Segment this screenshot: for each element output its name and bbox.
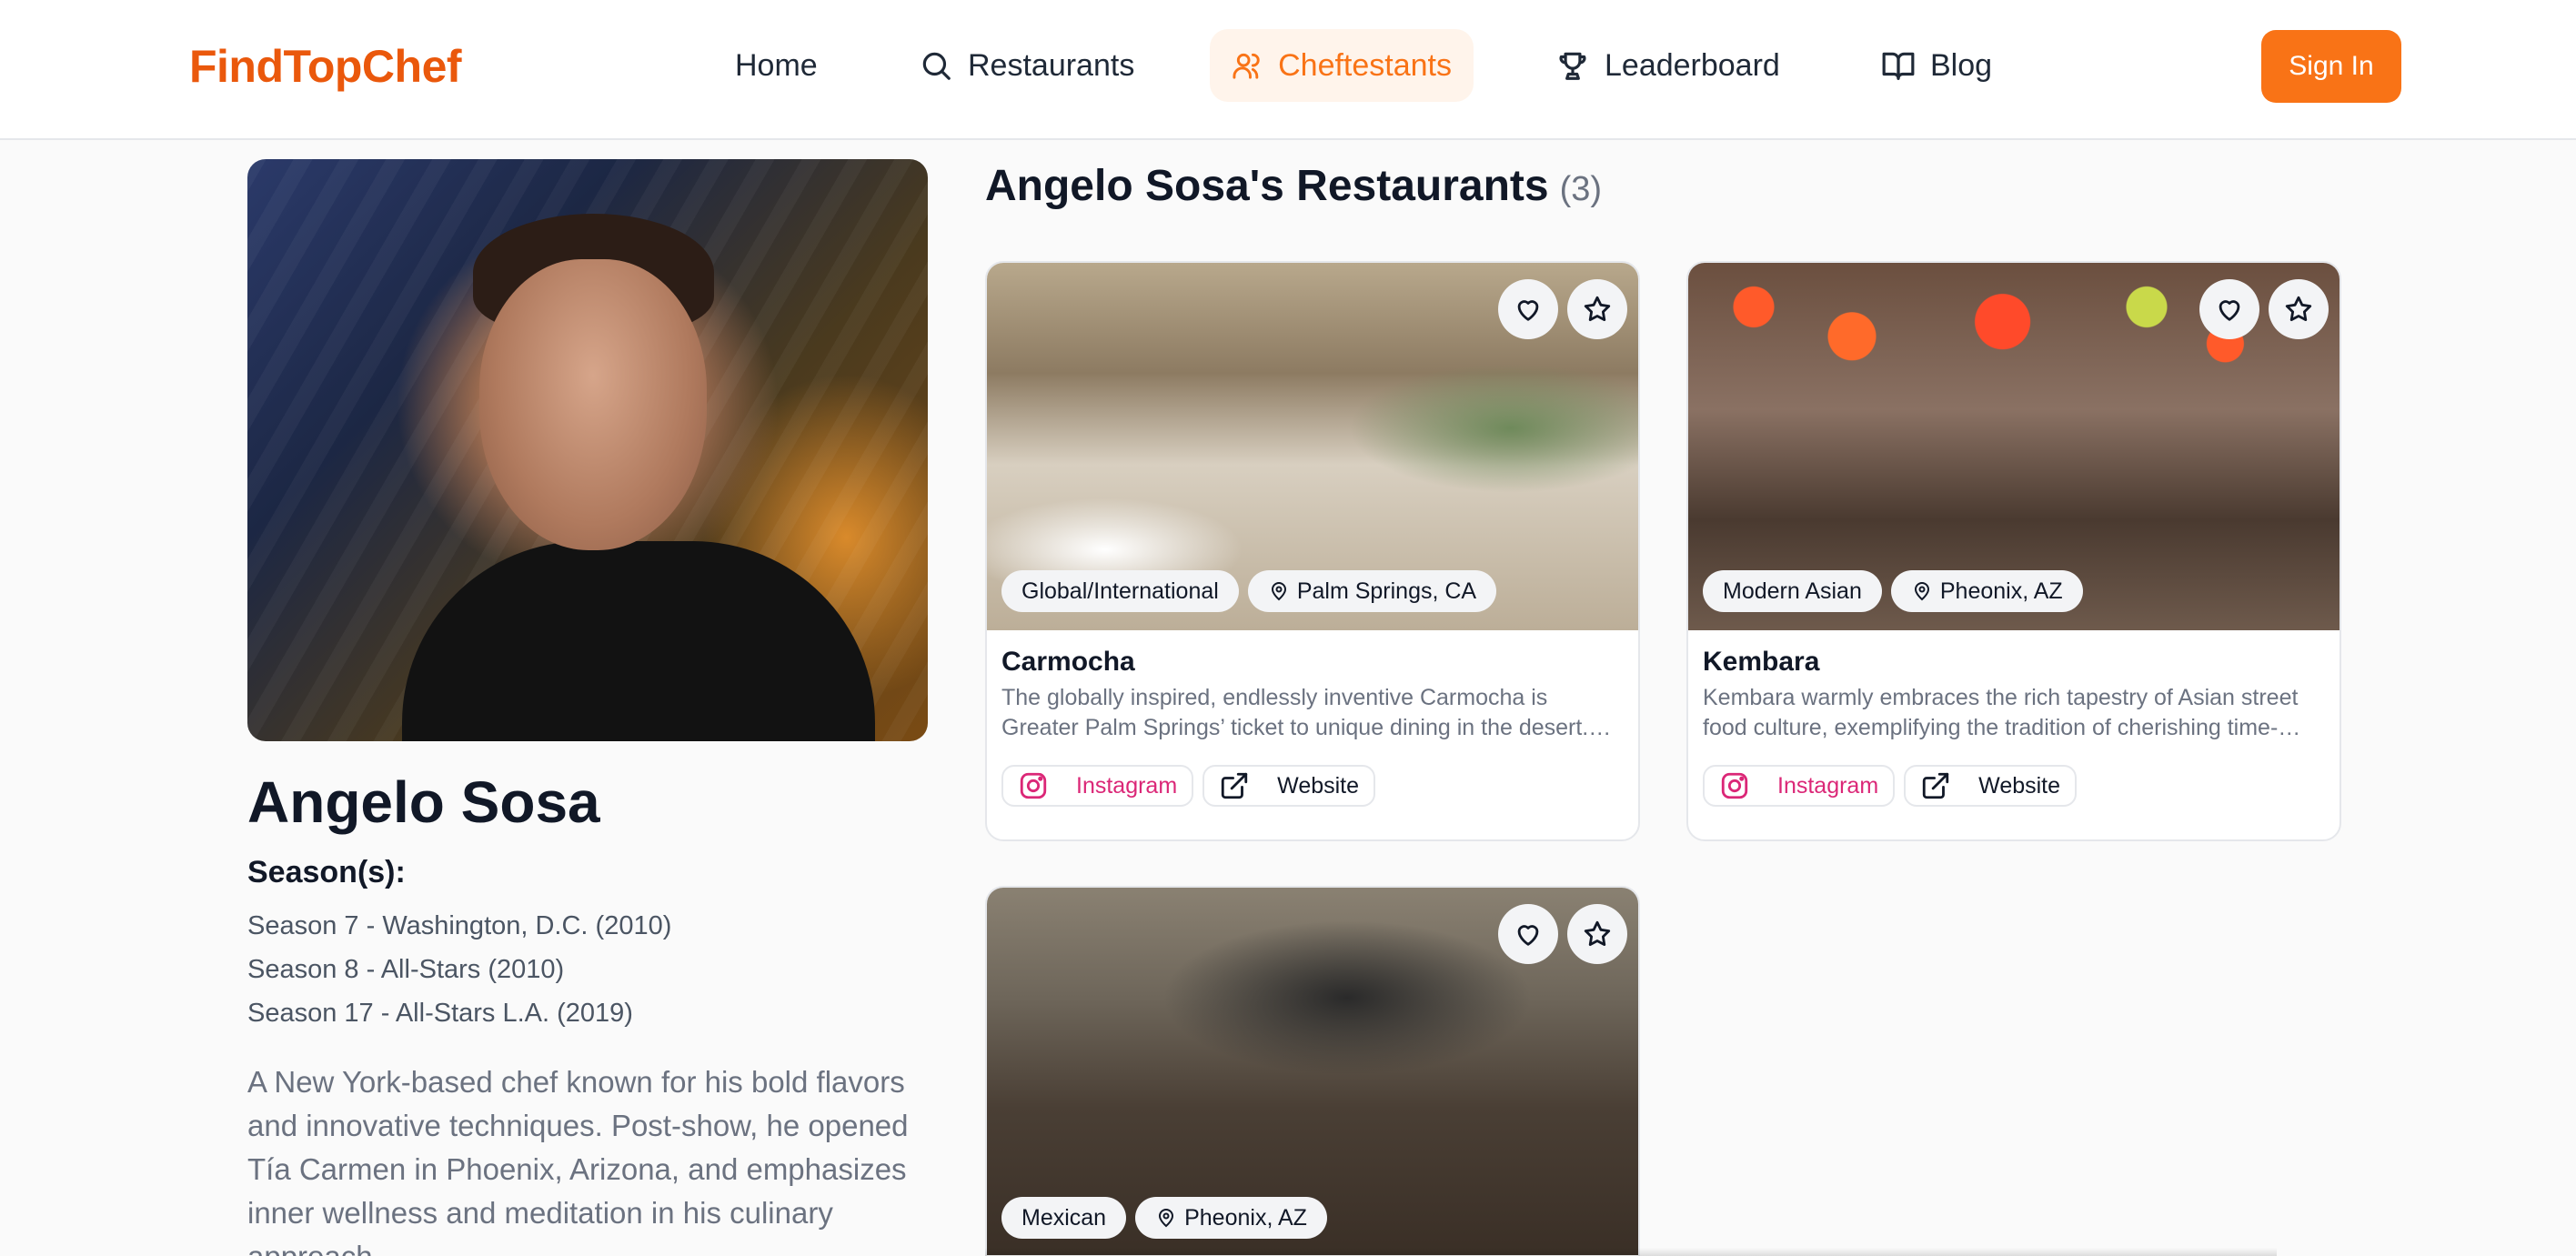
website-label: Website [1978,772,2061,799]
restaurants-section-title: Angelo Sosa's Restaurants (3) [985,161,1602,211]
chef-photo [247,159,928,741]
map-pin-icon [1914,582,1929,601]
chef-name: Angelo Sosa [247,769,600,835]
book-icon [1882,52,1915,80]
instagram-label: Instagram [1777,772,1879,799]
location-tag: Palm Springs, CA [1247,570,1497,612]
website-label: Website [1277,772,1360,799]
nav-cheftestants[interactable]: Cheftestants [1210,29,1474,102]
location-label: Pheonix, AZ [1939,578,2063,604]
restaurant-description: Kembara warmly embraces the rich tapestr… [1703,685,2301,740]
restaurant-card[interactable]: Modern Asian Pheonix, AZ Kembara Kembara… [1686,261,2341,841]
star-icon [1584,920,1611,947]
nav-blog-label: Blog [1930,47,1993,83]
location-label: Pheonix, AZ [1184,1204,1307,1231]
heart-icon [1517,925,1539,946]
restaurants-count: (3) [1559,170,1603,208]
cuisine-tag: Global/International [1001,570,1239,612]
location-tag: Pheonix, AZ [1890,570,2083,612]
top-navbar: FindTopChef Home Restaurants Cheftestant… [0,0,2576,140]
star-icon [2285,296,2312,322]
location-label: Palm Springs, CA [1296,578,1477,604]
map-pin-icon [1271,582,1286,601]
website-link[interactable]: Website [1202,765,1376,807]
season-item: Season 17 - All-Stars L.A. (2019) [247,999,633,1028]
nav-blog[interactable]: Blog [1859,29,2014,102]
search-icon [922,52,951,80]
heart-icon [1517,300,1539,321]
instagram-label: Instagram [1076,772,1178,799]
sign-in-button[interactable]: Sign In [2261,30,2401,103]
season-item: Season 8 - All-Stars (2010) [247,955,565,984]
users-icon [1233,53,1260,79]
star-icon [1584,296,1611,322]
external-link-icon [1923,772,1949,799]
cuisine-tag: Modern Asian [1703,570,1882,612]
instagram-link[interactable]: Instagram [1703,765,1896,807]
restaurant-description: The globally inspired, endlessly inventi… [1001,685,1612,740]
scroll-shadow [985,1248,2277,1256]
chef-bio: A New York-based chef known for his bold… [247,1065,909,1256]
restaurant-card[interactable]: Global/International Palm Springs, CA Ca… [985,261,1640,841]
trophy-icon [1559,52,1586,80]
favorite-button[interactable] [2199,279,2259,339]
heart-icon [2219,300,2240,321]
nav-restaurants[interactable]: Restaurants [897,29,1156,102]
brand-logo[interactable]: FindTopChef [189,40,462,93]
rate-button[interactable] [1567,279,1627,339]
instagram-icon [1020,772,1047,799]
external-link-icon [1222,772,1248,799]
nav-home-label: Home [735,47,818,83]
nav-leaderboard[interactable]: Leaderboard [1534,29,1802,102]
rate-button[interactable] [2269,279,2329,339]
restaurant-name[interactable]: Carmocha [1001,647,1135,678]
map-pin-icon [1159,1209,1174,1228]
season-item: Season 7 - Washington, D.C. (2010) [247,911,672,940]
rate-button[interactable] [1567,904,1627,964]
nav-cheftestants-label: Cheftestants [1278,47,1452,83]
seasons-label: Season(s): [247,855,406,889]
instagram-link[interactable]: Instagram [1001,765,1194,807]
nav-leaderboard-label: Leaderboard [1605,47,1780,83]
instagram-icon [1721,772,1748,799]
cuisine-tag: Mexican [1001,1197,1127,1239]
favorite-button[interactable] [1498,904,1558,964]
nav-home[interactable]: Home [713,29,840,102]
restaurants-title: Angelo Sosa's Restaurants [985,162,1549,210]
location-tag: Pheonix, AZ [1135,1197,1327,1239]
restaurant-name[interactable]: Kembara [1703,647,1819,678]
restaurant-card[interactable]: Mexican Pheonix, AZ [985,886,1640,1256]
website-link[interactable]: Website [1904,765,2078,807]
favorite-button[interactable] [1498,279,1558,339]
nav-restaurants-label: Restaurants [968,47,1135,83]
